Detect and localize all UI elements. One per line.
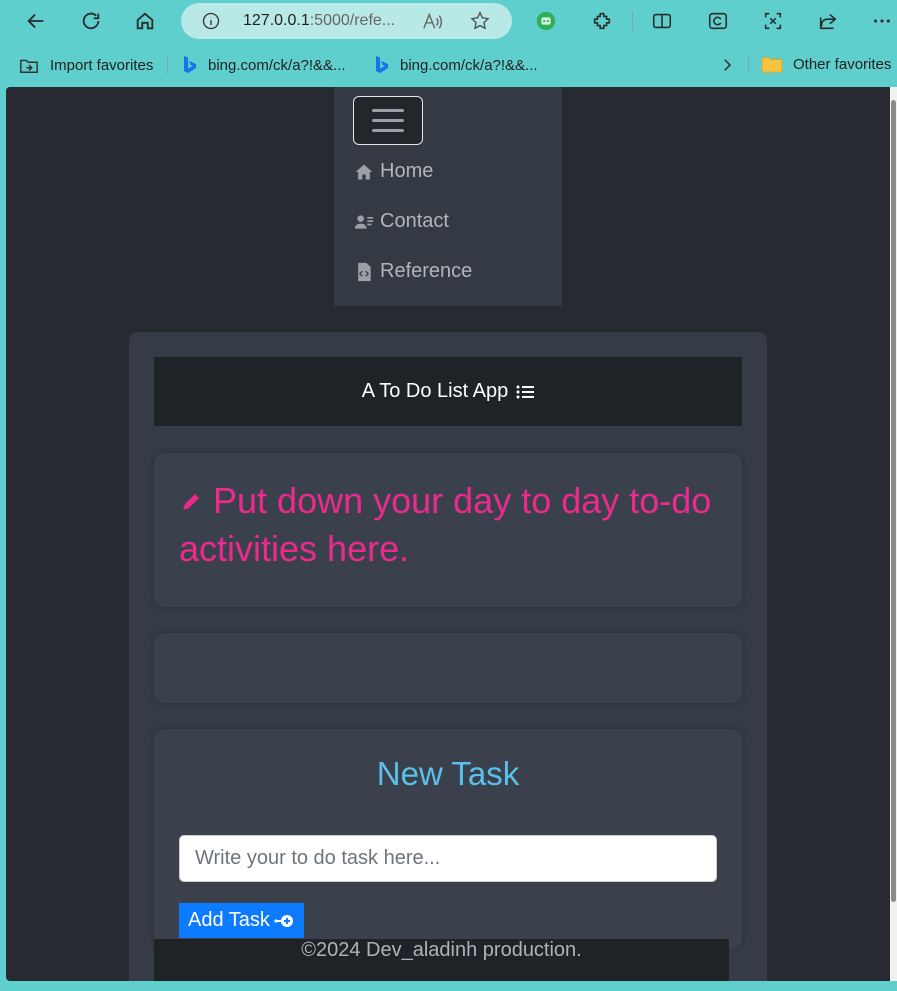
address-bar[interactable]: 127.0.0.1:5000/refe... [181, 3, 512, 39]
read-aloud-icon[interactable] [421, 11, 443, 36]
add-task-button[interactable]: Add Task [179, 903, 304, 938]
navbar-toggler-button[interactable] [353, 96, 423, 145]
nav-menu: Home Contact Reference [334, 87, 562, 306]
favorite-label: bing.com/ck/a?!&&... [208, 56, 346, 74]
task-input[interactable] [179, 835, 717, 882]
footer-text: ©2024 Dev_aladinh production. [301, 939, 582, 961]
copilot-icon[interactable] [528, 4, 564, 38]
favorites-bar: Import favorites bing.com/ck/a?!&&... bi… [0, 44, 897, 86]
extensions-icon[interactable] [584, 4, 620, 38]
favorite-star-icon[interactable] [469, 10, 491, 37]
other-favorites-folder[interactable]: Other favorites [761, 55, 891, 73]
address-text: 127.0.0.1:5000/refe... [243, 12, 396, 29]
import-icon [20, 59, 38, 73]
split-screen-icon[interactable] [644, 4, 680, 38]
favorite-bing-1[interactable]: bing.com/ck/a?!&&... [182, 55, 346, 75]
favorite-label: Other favorites [793, 55, 892, 73]
code-file-icon [358, 262, 371, 281]
folder-icon [761, 57, 783, 73]
add-circle-icon [274, 914, 293, 927]
favorites-divider [748, 56, 749, 74]
contact-card-icon [354, 214, 374, 229]
task-list-panel [154, 633, 742, 703]
nav-item-contact[interactable]: Contact [354, 210, 449, 233]
collections-icon[interactable] [700, 4, 736, 38]
bing-icon [184, 56, 196, 73]
nav-item-label: Contact [380, 210, 449, 232]
back-icon[interactable] [18, 4, 54, 38]
more-options-icon[interactable] [864, 4, 897, 38]
hamburger-line [372, 129, 404, 132]
favorite-label: bing.com/ck/a?!&&... [400, 56, 538, 74]
intro-text: Put down your day to day to-do activitie… [179, 480, 712, 569]
screenshot-icon[interactable] [755, 4, 791, 38]
share-icon[interactable] [810, 4, 846, 38]
refresh-icon[interactable] [73, 4, 109, 38]
app-header: A To Do List App [154, 357, 742, 426]
list-icon [516, 385, 535, 398]
hamburger-line [372, 109, 404, 112]
intro-text-block: Put down your day to day to-do activitie… [179, 477, 719, 573]
footer: ©2024 Dev_aladinh production. [154, 939, 729, 981]
nav-item-home[interactable]: Home [354, 160, 433, 183]
app-title: A To Do List App [361, 380, 509, 402]
new-task-title: New Task [376, 755, 520, 792]
nav-item-reference[interactable]: Reference [354, 260, 472, 283]
favorites-divider [167, 56, 168, 74]
chevron-right-icon[interactable] [718, 56, 736, 79]
add-task-label: Add Task [188, 909, 270, 931]
favorite-label: Import favorites [50, 56, 154, 74]
browser-toolbar: 127.0.0.1:5000/refe... [0, 0, 897, 44]
bing-icon [376, 56, 388, 73]
favorite-bing-2[interactable]: bing.com/ck/a?!&&... [374, 55, 538, 75]
hamburger-line [372, 119, 404, 122]
pencil-icon [183, 494, 199, 510]
import-favorites-link[interactable]: Import favorites [18, 55, 153, 75]
house-icon [355, 164, 373, 179]
page-viewport: Home Contact Reference A To Do List App … [6, 87, 890, 981]
toolbar-divider [632, 11, 633, 31]
intro-banner: Put down your day to day to-do activitie… [154, 453, 742, 607]
scrollbar-thumb[interactable] [891, 100, 896, 902]
nav-item-label: Home [380, 160, 434, 182]
home-icon[interactable] [127, 4, 163, 38]
nav-item-label: Reference [380, 260, 473, 282]
site-info-icon[interactable] [201, 11, 221, 36]
